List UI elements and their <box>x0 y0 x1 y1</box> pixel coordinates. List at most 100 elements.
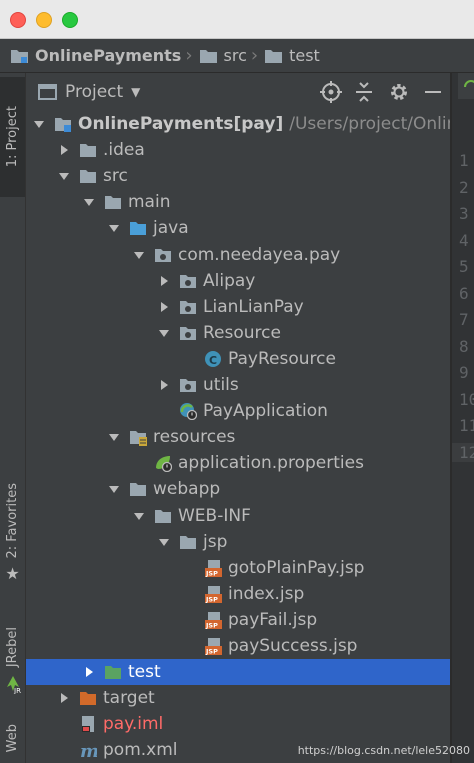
tree-node-alipay[interactable]: Alipay <box>26 268 450 294</box>
tool-tab-jrebel[interactable]: JRebel JR <box>0 618 25 703</box>
tool-tab-label: JRebel <box>5 627 20 668</box>
jsp-icon: JSP <box>204 559 222 577</box>
panel-title[interactable]: Project <box>65 82 123 102</box>
line-number: 9 <box>459 363 469 382</box>
tree-node-paysuccess-jsp[interactable]: JSP paySuccess.jsp <box>26 633 450 659</box>
tree-node-label: jsp <box>203 531 228 552</box>
folder-test-icon <box>104 663 122 681</box>
collapse-all-icon[interactable] <box>354 81 374 103</box>
svg-text:JSP: JSP <box>205 621 218 629</box>
module-icon <box>54 115 72 133</box>
tree-node-application-properties[interactable]: application.properties <box>26 450 450 476</box>
collapse-arrow-icon[interactable] <box>107 221 121 235</box>
line-number: 1 <box>459 151 469 170</box>
expand-arrow-icon[interactable] <box>57 143 71 157</box>
tree-node-gotoplainpay-jsp[interactable]: JSP gotoPlainPay.jsp <box>26 555 450 581</box>
package-icon <box>179 272 197 290</box>
breadcrumb-label: src <box>223 46 247 65</box>
gear-icon[interactable] <box>388 81 410 103</box>
svg-text:C: C <box>209 354 217 367</box>
tree-node-label: utils <box>203 375 239 395</box>
folder-icon <box>179 533 197 551</box>
left-tool-window-bar: 1: Project 2: Favorites ★ JRebel JR Web <box>0 73 26 763</box>
minimize-window-button[interactable] <box>36 12 52 28</box>
collapse-arrow-icon[interactable] <box>107 482 121 496</box>
package-icon <box>179 376 197 394</box>
expand-arrow-icon[interactable] <box>157 378 171 392</box>
collapse-arrow-icon[interactable] <box>157 535 171 549</box>
tree-node-label: gotoPlainPay.jsp <box>228 557 365 578</box>
line-number: 3 <box>459 204 469 223</box>
navigation-bar: OnlinePayments › src › test <box>0 39 474 73</box>
tool-tab-project[interactable]: 1: Project <box>0 77 25 197</box>
hide-panel-icon[interactable] <box>424 81 442 103</box>
tree-node-test[interactable]: test <box>26 659 450 686</box>
tree-node-index-jsp[interactable]: JSP index.jsp <box>26 581 450 607</box>
tool-tab-favorites[interactable]: 2: Favorites ★ <box>0 463 25 603</box>
collapse-arrow-icon[interactable] <box>57 169 71 183</box>
collapse-arrow-icon[interactable] <box>82 195 96 209</box>
tree-node-web-inf[interactable]: WEB-INF <box>26 503 450 529</box>
collapse-arrow-icon[interactable] <box>32 117 46 131</box>
tree-node-payfail-jsp[interactable]: JSP payFail.jsp <box>26 607 450 633</box>
tree-node-target[interactable]: target <box>26 685 450 711</box>
collapse-arrow-icon[interactable] <box>107 430 121 444</box>
tree-node-label: PayApplication <box>203 401 328 422</box>
expand-arrow-icon[interactable] <box>57 691 71 705</box>
tree-node-java[interactable]: java <box>26 215 450 241</box>
tree-node-resource[interactable]: Resource <box>26 320 450 346</box>
tree-node-pay-iml[interactable]: pay.iml <box>26 711 450 737</box>
line-number: 5 <box>459 257 469 276</box>
locate-file-icon[interactable] <box>320 81 342 103</box>
tool-tab-label: 2: Favorites <box>5 482 20 559</box>
tree-node-src[interactable]: src <box>26 163 450 189</box>
tree-node-main[interactable]: main <box>26 189 450 215</box>
breadcrumb-item-src[interactable]: src <box>199 46 247 65</box>
tree-node-idea[interactable]: .idea <box>26 137 450 163</box>
expand-arrow-icon[interactable] <box>82 665 96 679</box>
tree-node-label: webapp <box>153 479 221 500</box>
spring-app-icon <box>179 402 198 421</box>
line-number: 11 <box>459 416 474 435</box>
close-window-button[interactable] <box>10 12 26 28</box>
tree-node-label: com.needayea.pay <box>178 244 341 265</box>
tree-node-utils[interactable]: utils <box>26 372 450 398</box>
folder-icon <box>104 193 122 211</box>
collapse-arrow-icon[interactable] <box>132 248 146 262</box>
collapse-arrow-icon[interactable] <box>132 509 146 523</box>
zoom-window-button[interactable] <box>62 12 78 28</box>
line-number: 10 <box>459 389 474 409</box>
tree-node-payapplication[interactable]: PayApplication <box>26 398 450 424</box>
line-number: 4 <box>459 230 469 250</box>
tree-node-webapp[interactable]: webapp <box>26 476 450 502</box>
tree-node-label: payFail.jsp <box>228 609 318 630</box>
tree-node-jsp[interactable]: jsp <box>26 529 450 555</box>
editor-gutter: 123456789101112 <box>451 73 474 763</box>
tree-node-onlinepayments[interactable]: OnlinePayments [pay]/Users/project/Onlin <box>26 111 450 137</box>
expand-arrow-icon[interactable] <box>157 300 171 314</box>
breadcrumb-item-test[interactable]: test <box>264 46 320 65</box>
jrebel-badge: JR <box>13 687 21 694</box>
tree-node-resources[interactable]: resources <box>26 424 450 450</box>
tree-node-label: target <box>103 688 155 709</box>
tree-node-lianlianpay[interactable]: LianLianPay <box>26 294 450 320</box>
tree-node-payresource[interactable]: C PayResource <box>26 346 450 372</box>
editor-tab[interactable] <box>458 73 474 99</box>
window-titlebar <box>0 0 474 39</box>
module-name-suffix: [pay] <box>233 114 284 134</box>
svg-text:m: m <box>80 741 97 759</box>
package-icon <box>179 298 197 316</box>
tree-node-com-needayea-pay[interactable]: com.needayea.pay <box>26 242 450 268</box>
breadcrumb-item-project[interactable]: OnlinePayments <box>10 46 181 65</box>
expand-arrow-icon[interactable] <box>157 274 171 288</box>
folder-blue-icon <box>129 219 147 237</box>
folder-icon <box>129 480 147 498</box>
collapse-arrow-icon[interactable] <box>157 326 171 340</box>
view-mode-dropdown-icon[interactable]: ▼ <box>131 85 140 99</box>
breadcrumb-label: test <box>289 46 320 65</box>
tree-node-label: test <box>128 662 161 683</box>
maven-icon: m <box>79 741 99 762</box>
project-panel-header: Project ▼ <box>26 73 450 112</box>
line-number: 6 <box>459 283 469 303</box>
tool-tab-web[interactable]: Web <box>0 713 25 763</box>
